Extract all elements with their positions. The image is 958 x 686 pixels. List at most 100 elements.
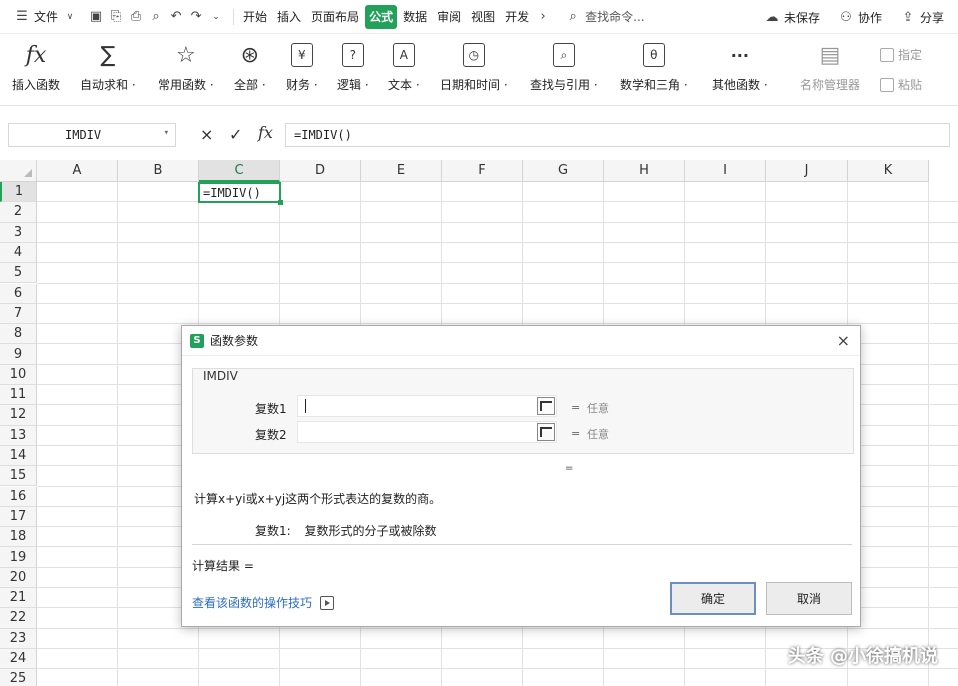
- unsaved-status[interactable]: ☁ 未保存: [760, 5, 824, 29]
- star-icon: ☆: [175, 42, 196, 68]
- insert-function-button[interactable]: fx 插入函数: [12, 40, 60, 93]
- name-manager-button[interactable]: ▤ 名称管理器: [800, 40, 860, 93]
- lookup-icon: ⌕: [552, 43, 575, 67]
- row-header-21[interactable]: 21: [0, 588, 37, 609]
- save-icon[interactable]: ▣: [88, 9, 104, 25]
- row-header-15[interactable]: 15: [0, 466, 37, 487]
- row-header-24[interactable]: 24: [0, 648, 37, 670]
- column-header-c[interactable]: C: [199, 160, 280, 182]
- paste-name-button[interactable]: 粘贴: [880, 76, 922, 93]
- row-header-14[interactable]: 14: [0, 445, 37, 467]
- tab-data[interactable]: 数据: [399, 5, 431, 29]
- close-icon[interactable]: ×: [837, 331, 850, 350]
- arg2-input[interactable]: [297, 421, 557, 443]
- tab-review[interactable]: 审阅: [433, 5, 465, 29]
- share-label: 分享: [919, 10, 944, 25]
- customize-icon[interactable]: ⌄: [208, 9, 224, 25]
- column-header-a[interactable]: A: [37, 160, 118, 182]
- column-header-h[interactable]: H: [604, 160, 685, 182]
- row-header-12[interactable]: 12: [0, 405, 37, 426]
- column-header-b[interactable]: B: [118, 160, 199, 182]
- column-header-e[interactable]: E: [361, 160, 442, 182]
- all-functions-button[interactable]: ⊛ 全部 ·: [234, 40, 266, 93]
- tab-formulas[interactable]: 公式: [365, 4, 398, 29]
- row-header-16[interactable]: 16: [0, 486, 37, 507]
- math-icon: θ: [642, 43, 665, 67]
- chevron-down-icon[interactable]: ▾: [164, 128, 169, 138]
- function-tips-link[interactable]: 查看该函数的操作技巧: [192, 594, 335, 611]
- math-button[interactable]: θ 数学和三角 ·: [620, 40, 688, 93]
- select-all-corner[interactable]: [0, 160, 37, 182]
- row-header-20[interactable]: 20: [0, 567, 37, 588]
- row-header-22[interactable]: 22: [0, 608, 37, 629]
- logic-button[interactable]: ? 逻辑 ·: [337, 40, 369, 93]
- row-header-13[interactable]: 13: [0, 425, 37, 446]
- search-icon: ⌕: [569, 9, 577, 24]
- column-header-g[interactable]: G: [523, 160, 604, 182]
- arg1-range-picker-icon[interactable]: [537, 397, 555, 415]
- autosum-button[interactable]: ∑ 自动求和 ·: [80, 40, 136, 93]
- column-header-d[interactable]: D: [280, 160, 361, 182]
- row-header-17[interactable]: 17: [0, 506, 37, 528]
- column-header-j[interactable]: J: [766, 160, 848, 182]
- redo-icon[interactable]: ↷: [188, 9, 204, 25]
- command-search[interactable]: ⌕ 查找命令...: [565, 8, 680, 25]
- export-icon[interactable]: ⎘: [108, 9, 124, 25]
- row-header-23[interactable]: 23: [0, 628, 37, 649]
- column-header-k[interactable]: K: [848, 160, 929, 182]
- collab-label: 协作: [857, 10, 882, 25]
- row-header-4[interactable]: 4: [0, 242, 37, 264]
- row-header-8[interactable]: 8: [0, 324, 37, 345]
- tab-insert[interactable]: 插入: [273, 5, 305, 29]
- tab-view[interactable]: 视图: [467, 5, 499, 29]
- chevron-right-icon[interactable]: ›: [535, 9, 551, 25]
- row-header-10[interactable]: 10: [0, 364, 37, 385]
- column-header-f[interactable]: F: [442, 160, 523, 182]
- name-box-value: IMDIV: [65, 128, 102, 142]
- autosum-label: 自动求和 ·: [80, 78, 136, 92]
- asterisk-icon: ⊛: [240, 42, 260, 68]
- cancel-formula-icon[interactable]: ×: [200, 125, 213, 144]
- print-icon[interactable]: ⎙: [128, 9, 144, 25]
- row-header-18[interactable]: 18: [0, 527, 37, 548]
- lookup-button[interactable]: ⌕ 查找与引用 ·: [530, 40, 598, 93]
- collab-button[interactable]: ⚇ 协作: [834, 5, 886, 29]
- active-cell-c1[interactable]: =IMDIV(): [198, 182, 283, 205]
- row-header-11[interactable]: 11: [0, 385, 37, 406]
- row-header-6[interactable]: 6: [0, 283, 37, 304]
- define-button[interactable]: 指定: [880, 46, 922, 63]
- logic-icon: ?: [341, 43, 364, 67]
- confirm-formula-icon[interactable]: ✓: [229, 125, 242, 144]
- row-header-5[interactable]: 5: [0, 263, 37, 284]
- preview-icon[interactable]: ⌕: [148, 9, 164, 25]
- arg1-label: 复数1: [255, 402, 287, 416]
- arg2-range-picker-icon[interactable]: [537, 423, 555, 441]
- ok-button[interactable]: 确定: [670, 582, 756, 615]
- tab-page-layout[interactable]: 页面布局: [307, 5, 363, 29]
- other-functions-button[interactable]: ··· 其他函数 ·: [712, 40, 768, 93]
- tab-developer[interactable]: 开发: [501, 5, 533, 29]
- share-button[interactable]: ⇪ 分享: [896, 5, 948, 29]
- common-functions-button[interactable]: ☆ 常用函数 ·: [158, 40, 214, 93]
- row-header-2[interactable]: 2: [0, 202, 37, 223]
- fx-icon[interactable]: fx: [258, 123, 273, 142]
- row-header-7[interactable]: 7: [0, 303, 37, 325]
- datetime-button[interactable]: ◷ 日期和时间 ·: [440, 40, 508, 93]
- formula-input[interactable]: =IMDIV(): [285, 123, 950, 147]
- cancel-button[interactable]: 取消: [766, 582, 852, 615]
- undo-icon[interactable]: ↶: [168, 9, 184, 25]
- column-header-i[interactable]: I: [685, 160, 766, 182]
- name-manager-icon: ▤: [819, 42, 841, 68]
- tab-home[interactable]: 开始: [239, 5, 271, 29]
- file-menu[interactable]: ☰ 文件 ∨: [10, 5, 86, 29]
- arg1-input[interactable]: [297, 395, 557, 417]
- name-box[interactable]: IMDIV ▾: [8, 123, 176, 147]
- row-header-3[interactable]: 3: [0, 222, 37, 243]
- row-header-25[interactable]: 25: [0, 669, 37, 686]
- finance-button[interactable]: ¥ 财务 ·: [286, 40, 318, 93]
- row-header-1[interactable]: 1: [0, 182, 37, 203]
- row-header-9[interactable]: 9: [0, 344, 37, 365]
- more-icon: ···: [730, 45, 749, 65]
- row-header-19[interactable]: 19: [0, 547, 37, 568]
- text-button[interactable]: A 文本 ·: [388, 40, 420, 93]
